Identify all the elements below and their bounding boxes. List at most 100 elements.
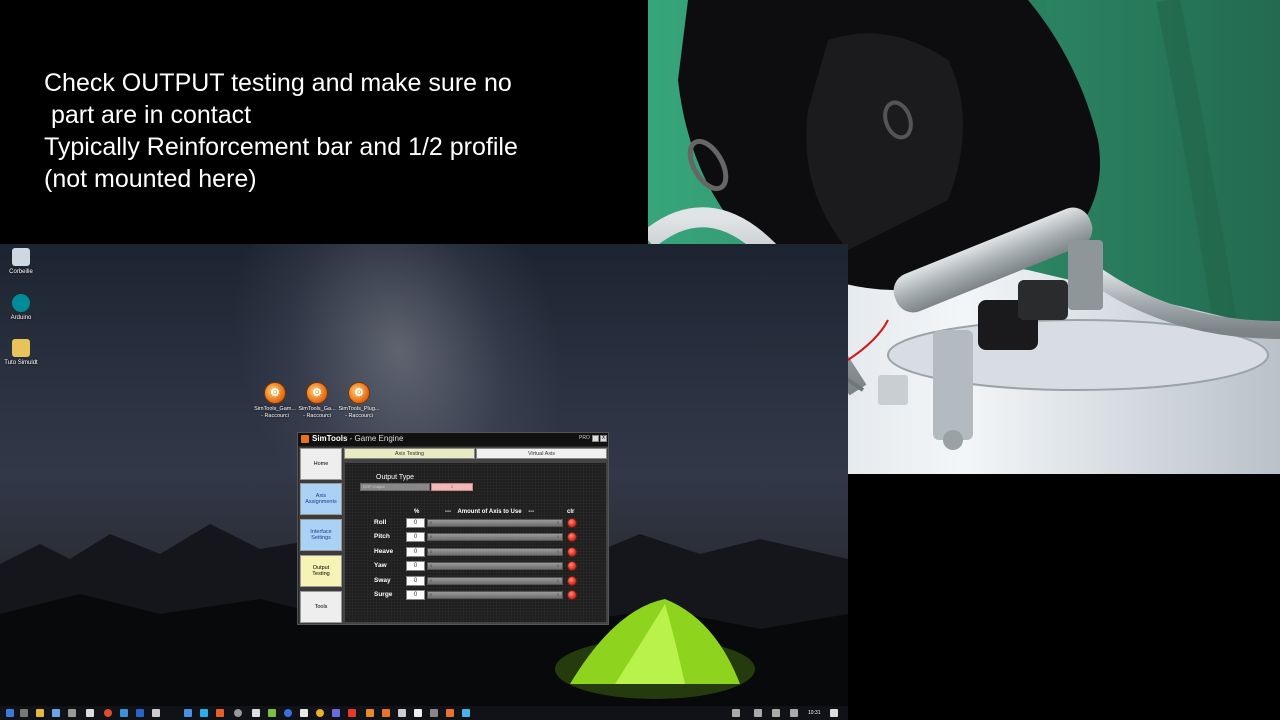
clear-header: clr [567,509,575,515]
percent-header: % [414,509,420,515]
app-icon[interactable] [268,709,276,717]
app-icon[interactable] [366,709,374,717]
clear-button[interactable] [567,590,577,600]
chrome-icon[interactable] [104,709,112,717]
minimize-button[interactable] [592,435,599,442]
tab-virtual-axis[interactable]: Virtual Axis [476,448,607,459]
network-icon[interactable] [772,709,780,717]
simtools-window: SimTools - Game Engine PRO X Home Axis A… [297,432,609,625]
axis-slider[interactable]: 00 [427,548,563,556]
simtools-taskbar-icon[interactable] [446,709,454,717]
desktop-shortcut-simtools-game[interactable]: ⚙ SimTools_Gam... - Raccourci [253,382,297,419]
desktop-icon-label: Tuto Simuldt [4,360,38,366]
simtools-taskbar-icon[interactable] [382,709,390,717]
app-icon[interactable] [430,709,438,717]
taskbar-clock[interactable]: 10:31 [808,710,821,716]
app-icon[interactable] [462,709,470,717]
app-icon[interactable] [200,709,208,717]
caption-line: part are in contact [44,101,252,129]
axis-row-pitch: Pitch 0 00 [345,532,606,543]
axis-percent-input[interactable]: 0 [406,547,425,557]
axis-name: Surge [374,591,393,598]
file-explorer-icon[interactable] [36,709,44,717]
nav-output-testing-button[interactable]: Output Testing [300,555,342,587]
axis-percent-input[interactable]: 0 [406,590,425,600]
app-icon[interactable] [136,709,144,717]
volume-icon[interactable] [754,709,762,717]
axis-slider[interactable]: 00 [427,519,563,527]
cloud-icon[interactable] [790,709,798,717]
nav-axis-assignments-button[interactable]: Axis Assignments [300,483,342,515]
people-icon[interactable] [732,709,740,717]
output-type-button[interactable]: 2 [431,483,473,491]
app-icon[interactable] [152,709,160,717]
shortcut-label: SimTools_Gam... - Raccourci [254,406,296,419]
nav-tools-button[interactable]: Tools [300,591,342,623]
desktop-icon-tuto-folder[interactable]: Tuto Simuldt [1,339,41,367]
axis-name: Pitch [374,533,390,540]
nav-home-button[interactable]: Home [300,448,342,480]
desktop-icon-arduino[interactable]: Arduino [1,294,41,322]
window-title: SimTools - Game Engine [312,434,404,443]
app-icon[interactable] [284,709,292,717]
app-icon[interactable] [332,709,340,717]
axis-percent-input[interactable]: 0 [406,532,425,542]
axis-name: Sway [374,577,391,584]
start-icon[interactable] [6,709,14,717]
app-icon[interactable] [216,709,224,717]
app-icon[interactable] [348,709,356,717]
shortcut-label: SimTools_Plug... - Raccourci [338,406,380,419]
desktop: Corbeille Arduino Tuto Simuldt ⚙ SimTool… [0,244,848,706]
app-icon[interactable] [398,709,406,717]
caption-line: Typically Reinforcement bar and 1/2 prof… [44,133,518,161]
caption-line: (not mounted here) [44,165,257,193]
pro-badge: PRO [579,435,590,441]
close-button[interactable]: X [600,435,607,442]
axis-row-roll: Roll 0 00 [345,518,606,529]
window-title-bar[interactable]: SimTools - Game Engine PRO X [298,433,608,446]
axis-slider[interactable]: 00 [427,562,563,570]
axis-percent-input[interactable]: 0 [406,576,425,586]
axis-name: Heave [374,548,394,555]
amount-header: --- Amount of Axis to Use --- [445,509,535,515]
clear-button[interactable] [567,547,577,557]
axis-percent-input[interactable]: 0 [406,518,425,528]
clear-button[interactable] [567,576,577,586]
app-icon[interactable] [316,709,324,717]
notifications-icon[interactable] [830,709,838,717]
app-icon[interactable] [234,709,242,717]
desktop-icon-recycle-bin[interactable]: Corbeille [1,248,41,276]
clear-button[interactable] [567,518,577,528]
axis-slider[interactable]: 00 [427,591,563,599]
desktop-shortcut-simtools-ga[interactable]: ⚙ SimTools_Ga... - Raccourci [295,382,339,419]
axis-slider[interactable]: 00 [427,533,563,541]
tab-axis-testing[interactable]: Axis Testing [344,448,475,459]
search-icon[interactable] [20,709,28,717]
output-type-select[interactable]: DOF Output [360,483,430,491]
nav-interface-settings-button[interactable]: Interface Settings [300,519,342,551]
app-icon[interactable] [252,709,260,717]
app-icon[interactable] [184,709,192,717]
folder-icon [12,339,30,357]
instruction-caption: Check OUTPUT testing and make sure no pa… [0,0,648,244]
axis-row-heave: Heave 0 00 [345,547,606,558]
desktop-shortcut-simtools-plugin[interactable]: ⚙ SimTools_Plug... - Raccourci [337,382,381,419]
app-icon[interactable] [414,709,422,717]
app-icon[interactable] [120,709,128,717]
axis-percent-input[interactable]: 0 [406,561,425,571]
desktop-icon-label: Corbeille [9,269,33,275]
shortcut-label: SimTools_Ga... - Raccourci [298,406,336,419]
app-icon[interactable] [68,709,76,717]
axis-slider[interactable]: 00 [427,577,563,585]
store-icon[interactable] [52,709,60,717]
simtools-icon: ⚙ [264,382,286,404]
axis-row-yaw: Yaw 0 00 [345,561,606,572]
caption-line: Check OUTPUT testing and make sure no [44,69,512,97]
app-icon[interactable] [300,709,308,717]
clear-button[interactable] [567,561,577,571]
clear-button[interactable] [567,532,577,542]
simtools-icon: ⚙ [348,382,370,404]
axis-testing-panel: Output Type DOF Output 2 % --- Amount of… [345,463,606,622]
app-icon[interactable] [86,709,94,717]
output-type-label: Output Type [376,474,415,481]
